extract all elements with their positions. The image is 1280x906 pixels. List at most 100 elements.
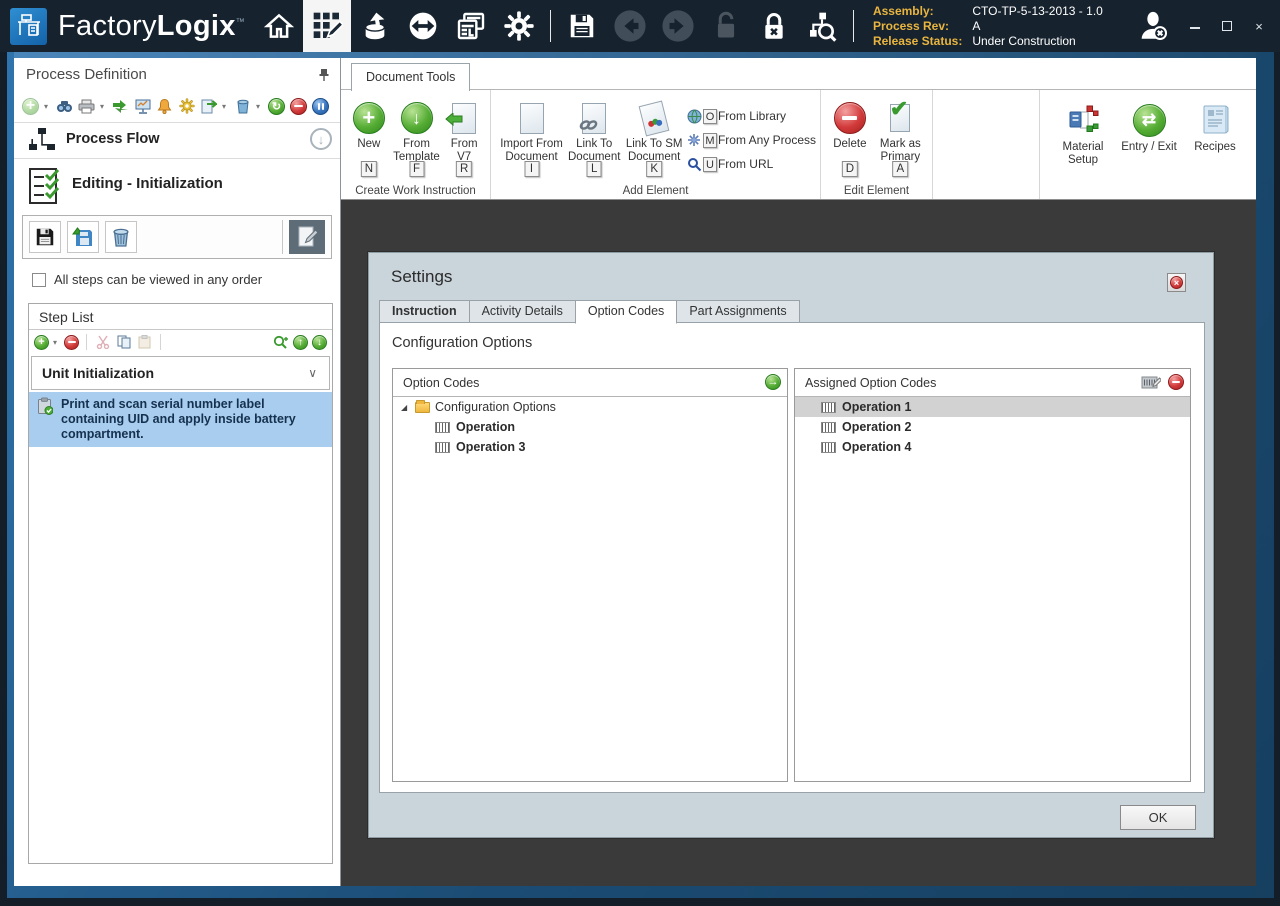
logout-user-icon[interactable] bbox=[1136, 9, 1170, 43]
zoom-step-icon[interactable] bbox=[272, 334, 289, 351]
move-up-icon[interactable]: ↑ bbox=[293, 334, 308, 350]
assigned-item-selected[interactable]: Operation 1 bbox=[795, 397, 1190, 417]
pin-icon[interactable] bbox=[318, 68, 330, 82]
alert-bell-icon[interactable] bbox=[156, 98, 173, 115]
hold-icon[interactable] bbox=[312, 97, 329, 115]
print-dropdown-icon[interactable]: ▾ bbox=[100, 102, 107, 111]
collapse-circle-icon[interactable]: ↓ bbox=[310, 128, 332, 150]
chevron-down-icon[interactable]: ∨ bbox=[308, 366, 317, 380]
process-settings-gear-icon[interactable] bbox=[178, 98, 195, 115]
add-process-dropdown-icon[interactable]: ▾ bbox=[44, 102, 51, 111]
find-icon[interactable] bbox=[56, 98, 73, 115]
primary-check-icon: ✔ bbox=[889, 96, 909, 121]
link-to-sm-document-button[interactable]: Link To SM Document K bbox=[622, 96, 686, 192]
assigned-item[interactable]: Operation 2 bbox=[795, 417, 1190, 437]
add-step-icon[interactable]: + bbox=[34, 334, 49, 350]
import-step-button[interactable] bbox=[67, 221, 99, 253]
keytip-new: N bbox=[360, 161, 377, 177]
publish-process-icon[interactable] bbox=[200, 98, 217, 115]
editing-title: Editing - Initialization bbox=[72, 175, 223, 192]
edit-assigned-button[interactable] bbox=[1141, 375, 1161, 390]
settings-gear-button[interactable] bbox=[495, 0, 543, 52]
lock-revision-button[interactable] bbox=[750, 0, 798, 52]
material-setup-icon bbox=[1066, 102, 1100, 138]
assign-option-button[interactable]: → bbox=[765, 374, 781, 390]
ok-button[interactable]: OK bbox=[1120, 805, 1196, 830]
recipes-button[interactable]: Recipes bbox=[1182, 96, 1248, 186]
delete-step-button[interactable] bbox=[105, 221, 137, 253]
from-template-button[interactable]: ↓ From Template F bbox=[391, 96, 443, 192]
export-process-icon[interactable] bbox=[112, 98, 129, 115]
tab-instruction[interactable]: Instruction bbox=[379, 300, 470, 323]
delete-element-button[interactable]: Delete D bbox=[827, 96, 873, 192]
step-group-header[interactable]: Unit Initialization ∨ bbox=[31, 356, 330, 390]
unlock-button[interactable] bbox=[702, 0, 750, 52]
new-plus-icon: + bbox=[352, 102, 385, 134]
home-button[interactable] bbox=[255, 0, 303, 52]
add-step-dropdown-icon[interactable]: ▾ bbox=[53, 338, 60, 347]
editing-header-row: Editing - Initialization bbox=[14, 162, 340, 208]
template-down-arrow-icon: ↓ bbox=[400, 102, 433, 134]
remove-icon[interactable] bbox=[290, 97, 307, 115]
new-button[interactable]: + New N bbox=[347, 96, 391, 192]
assigned-item[interactable]: Operation 4 bbox=[795, 437, 1190, 457]
dialog-close-button[interactable]: × bbox=[1167, 273, 1186, 292]
order-checkbox[interactable] bbox=[32, 272, 46, 287]
publish-dropdown-icon[interactable]: ▾ bbox=[222, 102, 229, 111]
tree-root-row[interactable]: ◢ Configuration Options bbox=[393, 397, 787, 417]
discard-dropdown-icon[interactable]: ▾ bbox=[256, 102, 263, 111]
group-label-edit-element: Edit Element bbox=[843, 185, 910, 197]
barcode-icon bbox=[435, 441, 450, 453]
import-document-icon bbox=[519, 102, 544, 134]
dialog-tabs: Instruction Activity Details Option Code… bbox=[379, 300, 800, 324]
minimize-button[interactable] bbox=[1188, 19, 1202, 34]
move-down-icon[interactable]: ↓ bbox=[312, 334, 327, 350]
option-code-item[interactable]: Operation 3 bbox=[393, 437, 787, 457]
discard-process-icon[interactable] bbox=[234, 98, 251, 115]
paste-icon[interactable] bbox=[136, 334, 153, 351]
unassign-option-button[interactable] bbox=[1168, 374, 1184, 390]
process-rev-label: Process Rev: bbox=[872, 18, 949, 33]
tab-option-codes[interactable]: Option Codes bbox=[574, 300, 678, 324]
entry-exit-button[interactable]: ⇄ Entry / Exit bbox=[1116, 96, 1182, 186]
from-url-button[interactable]: U From URL bbox=[686, 154, 816, 174]
process-definition-button[interactable] bbox=[302, 0, 351, 52]
mark-as-primary-button[interactable]: ✔ Mark as Primary A bbox=[873, 96, 928, 192]
save-button[interactable] bbox=[558, 0, 606, 52]
refresh-icon[interactable]: ↻ bbox=[268, 97, 285, 115]
order-checkbox-label: All steps can be viewed in any order bbox=[54, 272, 263, 287]
tab-activity-details[interactable]: Activity Details bbox=[468, 300, 576, 323]
sync-button[interactable] bbox=[399, 0, 447, 52]
maximize-button[interactable] bbox=[1220, 19, 1234, 34]
process-flow-row[interactable]: Process Flow ↓ bbox=[14, 124, 340, 156]
add-process-icon[interactable]: + bbox=[22, 97, 39, 115]
presentation-icon[interactable] bbox=[134, 98, 151, 115]
forward-button[interactable] bbox=[654, 0, 702, 52]
recipes-icon bbox=[1201, 102, 1229, 138]
entry-exit-arrows-icon: ⇄ bbox=[1132, 103, 1166, 137]
back-button[interactable] bbox=[606, 0, 654, 52]
tab-part-assignments[interactable]: Part Assignments bbox=[676, 300, 800, 323]
save-step-button[interactable] bbox=[29, 221, 61, 253]
edit-instruction-toggle[interactable] bbox=[289, 220, 325, 254]
import-from-document-button[interactable]: Import From Document I bbox=[497, 96, 566, 192]
option-code-item[interactable]: Operation bbox=[393, 417, 787, 437]
close-button[interactable]: × bbox=[1252, 19, 1266, 34]
v7-document-icon bbox=[445, 102, 477, 134]
remove-step-icon[interactable] bbox=[64, 334, 79, 350]
process-search-button[interactable] bbox=[798, 0, 846, 52]
cut-icon[interactable] bbox=[94, 334, 111, 351]
tab-document-tools[interactable]: Document Tools bbox=[351, 63, 471, 91]
from-v7-button[interactable]: From V7 R bbox=[442, 96, 486, 192]
print-icon[interactable] bbox=[78, 98, 95, 115]
material-setup-button[interactable]: Material Setup bbox=[1050, 96, 1116, 186]
link-to-document-button[interactable]: Link To Document L bbox=[566, 96, 622, 192]
keytip-delete: D bbox=[841, 161, 859, 177]
tree-expander-icon[interactable]: ◢ bbox=[401, 403, 411, 412]
from-any-process-button[interactable]: M From Any Process bbox=[686, 130, 816, 150]
data-import-button[interactable] bbox=[351, 0, 399, 52]
copy-icon[interactable] bbox=[115, 334, 132, 351]
from-library-button[interactable]: O From Library bbox=[686, 106, 816, 126]
step-item-selected[interactable]: Print and scan serial number label conta… bbox=[29, 392, 332, 447]
documents-button[interactable] bbox=[447, 0, 495, 52]
